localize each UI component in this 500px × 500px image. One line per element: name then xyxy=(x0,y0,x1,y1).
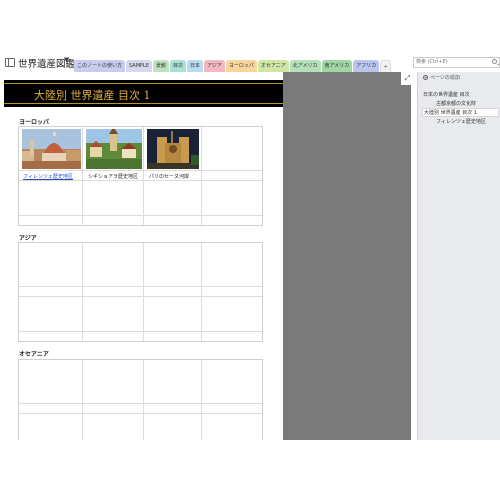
tab-how-to-use[interactable]: このノートの使い方 xyxy=(74,60,126,72)
section-label-oceania: オセアニア xyxy=(19,351,49,358)
grid-cell[interactable] xyxy=(144,181,202,216)
tab-asia[interactable]: アジア xyxy=(204,60,225,72)
grid-cell[interactable] xyxy=(83,332,144,341)
grid-cell[interactable] xyxy=(144,360,202,404)
page-background-area xyxy=(283,72,411,440)
grid-cell[interactable] xyxy=(202,404,262,414)
page-title[interactable]: 大陸別 世界遺産 目次 1 xyxy=(34,87,151,103)
tab-scenery[interactable]: 景観 xyxy=(152,60,169,72)
grid-cell[interactable] xyxy=(19,404,83,414)
grid-cell[interactable] xyxy=(83,404,144,414)
add-page-button[interactable]: + ページの追加 xyxy=(423,74,460,81)
tab-europe[interactable]: ヨーロッパ xyxy=(225,60,257,72)
grid-cell[interactable] xyxy=(202,414,262,440)
page-canvas[interactable]: 大陸別 世界遺産 目次 1 ヨーロッパ フィレンツェ歴史地区 シギショアラ歴史地… xyxy=(0,72,283,440)
page-item-continent-contents[interactable]: 大陸別 世界遺産 目次 1 xyxy=(422,108,499,117)
tab-north-america[interactable]: 北アメリカ xyxy=(289,60,321,72)
tab-contents[interactable]: 目次 xyxy=(170,60,187,72)
grid-cell[interactable] xyxy=(202,332,262,341)
section-tabs: このノートの使い方 SAMPLE 景観 目次 日本 アジア ヨーロッパ オセアニ… xyxy=(74,60,392,72)
grid-cell[interactable] xyxy=(19,332,83,341)
caption-florence-link[interactable]: フィレンツェ歴史地区 xyxy=(23,173,73,180)
top-bar: 世界遺産図鑑 ▼ このノートの使い方 SAMPLE 景観 目次 日本 アジア ヨ… xyxy=(0,55,500,72)
search-icon[interactable] xyxy=(492,59,497,64)
grid-cell[interactable] xyxy=(202,297,262,332)
notre-dame-image[interactable] xyxy=(147,129,199,169)
europe-grid: フィレンツェ歴史地区 シギショアラ歴史地区 パリのセーヌ河岸 xyxy=(18,126,263,226)
oceania-grid xyxy=(18,359,263,440)
grid-cell[interactable] xyxy=(202,171,262,181)
grid-cell[interactable] xyxy=(83,414,144,440)
page-title-banner: 大陸別 世界遺産 目次 1 xyxy=(4,80,283,107)
grid-cell[interactable] xyxy=(144,216,202,225)
grid-cell[interactable] xyxy=(19,414,83,440)
grid-cell[interactable] xyxy=(202,243,262,287)
grid-cell[interactable] xyxy=(144,287,202,297)
grid-cell[interactable] xyxy=(83,216,144,225)
grid-cell[interactable] xyxy=(83,181,144,216)
tab-south-america[interactable]: 南アメリカ xyxy=(321,60,353,72)
asia-grid xyxy=(18,242,263,342)
grid-cell[interactable] xyxy=(83,297,144,332)
page-item-kyoto[interactable]: 古都京都の文化財 xyxy=(436,100,476,107)
grid-cell[interactable] xyxy=(202,181,262,216)
grid-cell[interactable] xyxy=(144,332,202,341)
grid-cell[interactable] xyxy=(202,216,262,225)
grid-cell[interactable] xyxy=(202,287,262,297)
caption-sighisoara: シギショアラ歴史地区 xyxy=(88,174,139,180)
tab-africa[interactable]: アフリカ xyxy=(353,60,380,72)
expand-arrows-icon[interactable]: ⤢ xyxy=(401,72,414,85)
caption-paris: パリのセーヌ河岸 xyxy=(149,174,190,180)
grid-cell[interactable] xyxy=(19,360,83,404)
grid-cell[interactable] xyxy=(19,243,83,287)
page-list-sidebar: + ページの追加 日本の世界遺産 目次 古都京都の文化財 大陸別 世界遺産 目次 … xyxy=(417,72,500,440)
add-page-label: ページの追加 xyxy=(430,75,460,81)
grid-cell[interactable] xyxy=(19,297,83,332)
add-section-button[interactable]: + xyxy=(380,60,392,72)
grid-cell[interactable] xyxy=(19,287,83,297)
grid-cell[interactable] xyxy=(19,216,83,225)
grid-cell[interactable] xyxy=(83,243,144,287)
florence-cathedral-image[interactable] xyxy=(22,129,81,169)
grid-cell[interactable] xyxy=(144,414,202,440)
grid-cell[interactable] xyxy=(202,360,262,404)
grid-cell[interactable] xyxy=(83,287,144,297)
tab-oceania[interactable]: オセアニア xyxy=(257,60,289,72)
grid-cell[interactable] xyxy=(144,243,202,287)
chevron-down-icon[interactable]: ▼ xyxy=(64,56,69,64)
section-label-asia: アジア xyxy=(19,235,37,242)
page-item-japan-contents[interactable]: 日本の世界遺産 目次 xyxy=(423,91,470,98)
notebook-icon xyxy=(5,58,15,67)
grid-cell[interactable] xyxy=(144,404,202,414)
grid-cell[interactable] xyxy=(19,181,83,216)
bottom-blank-area xyxy=(0,440,500,500)
sighisoara-image[interactable] xyxy=(86,129,145,169)
grid-cell[interactable] xyxy=(144,297,202,332)
grid-cell[interactable] xyxy=(83,360,144,404)
grid-cell[interactable] xyxy=(202,127,262,171)
section-label-europe: ヨーロッパ xyxy=(19,119,50,126)
tab-japan[interactable]: 日本 xyxy=(187,60,204,72)
add-page-icon: + xyxy=(423,75,428,80)
page-item-florence[interactable]: フィレンツェ歴史地区 xyxy=(436,118,486,125)
search-input[interactable]: 検索 (Ctrl+E) xyxy=(413,57,500,68)
tab-sample[interactable]: SAMPLE xyxy=(126,60,152,72)
